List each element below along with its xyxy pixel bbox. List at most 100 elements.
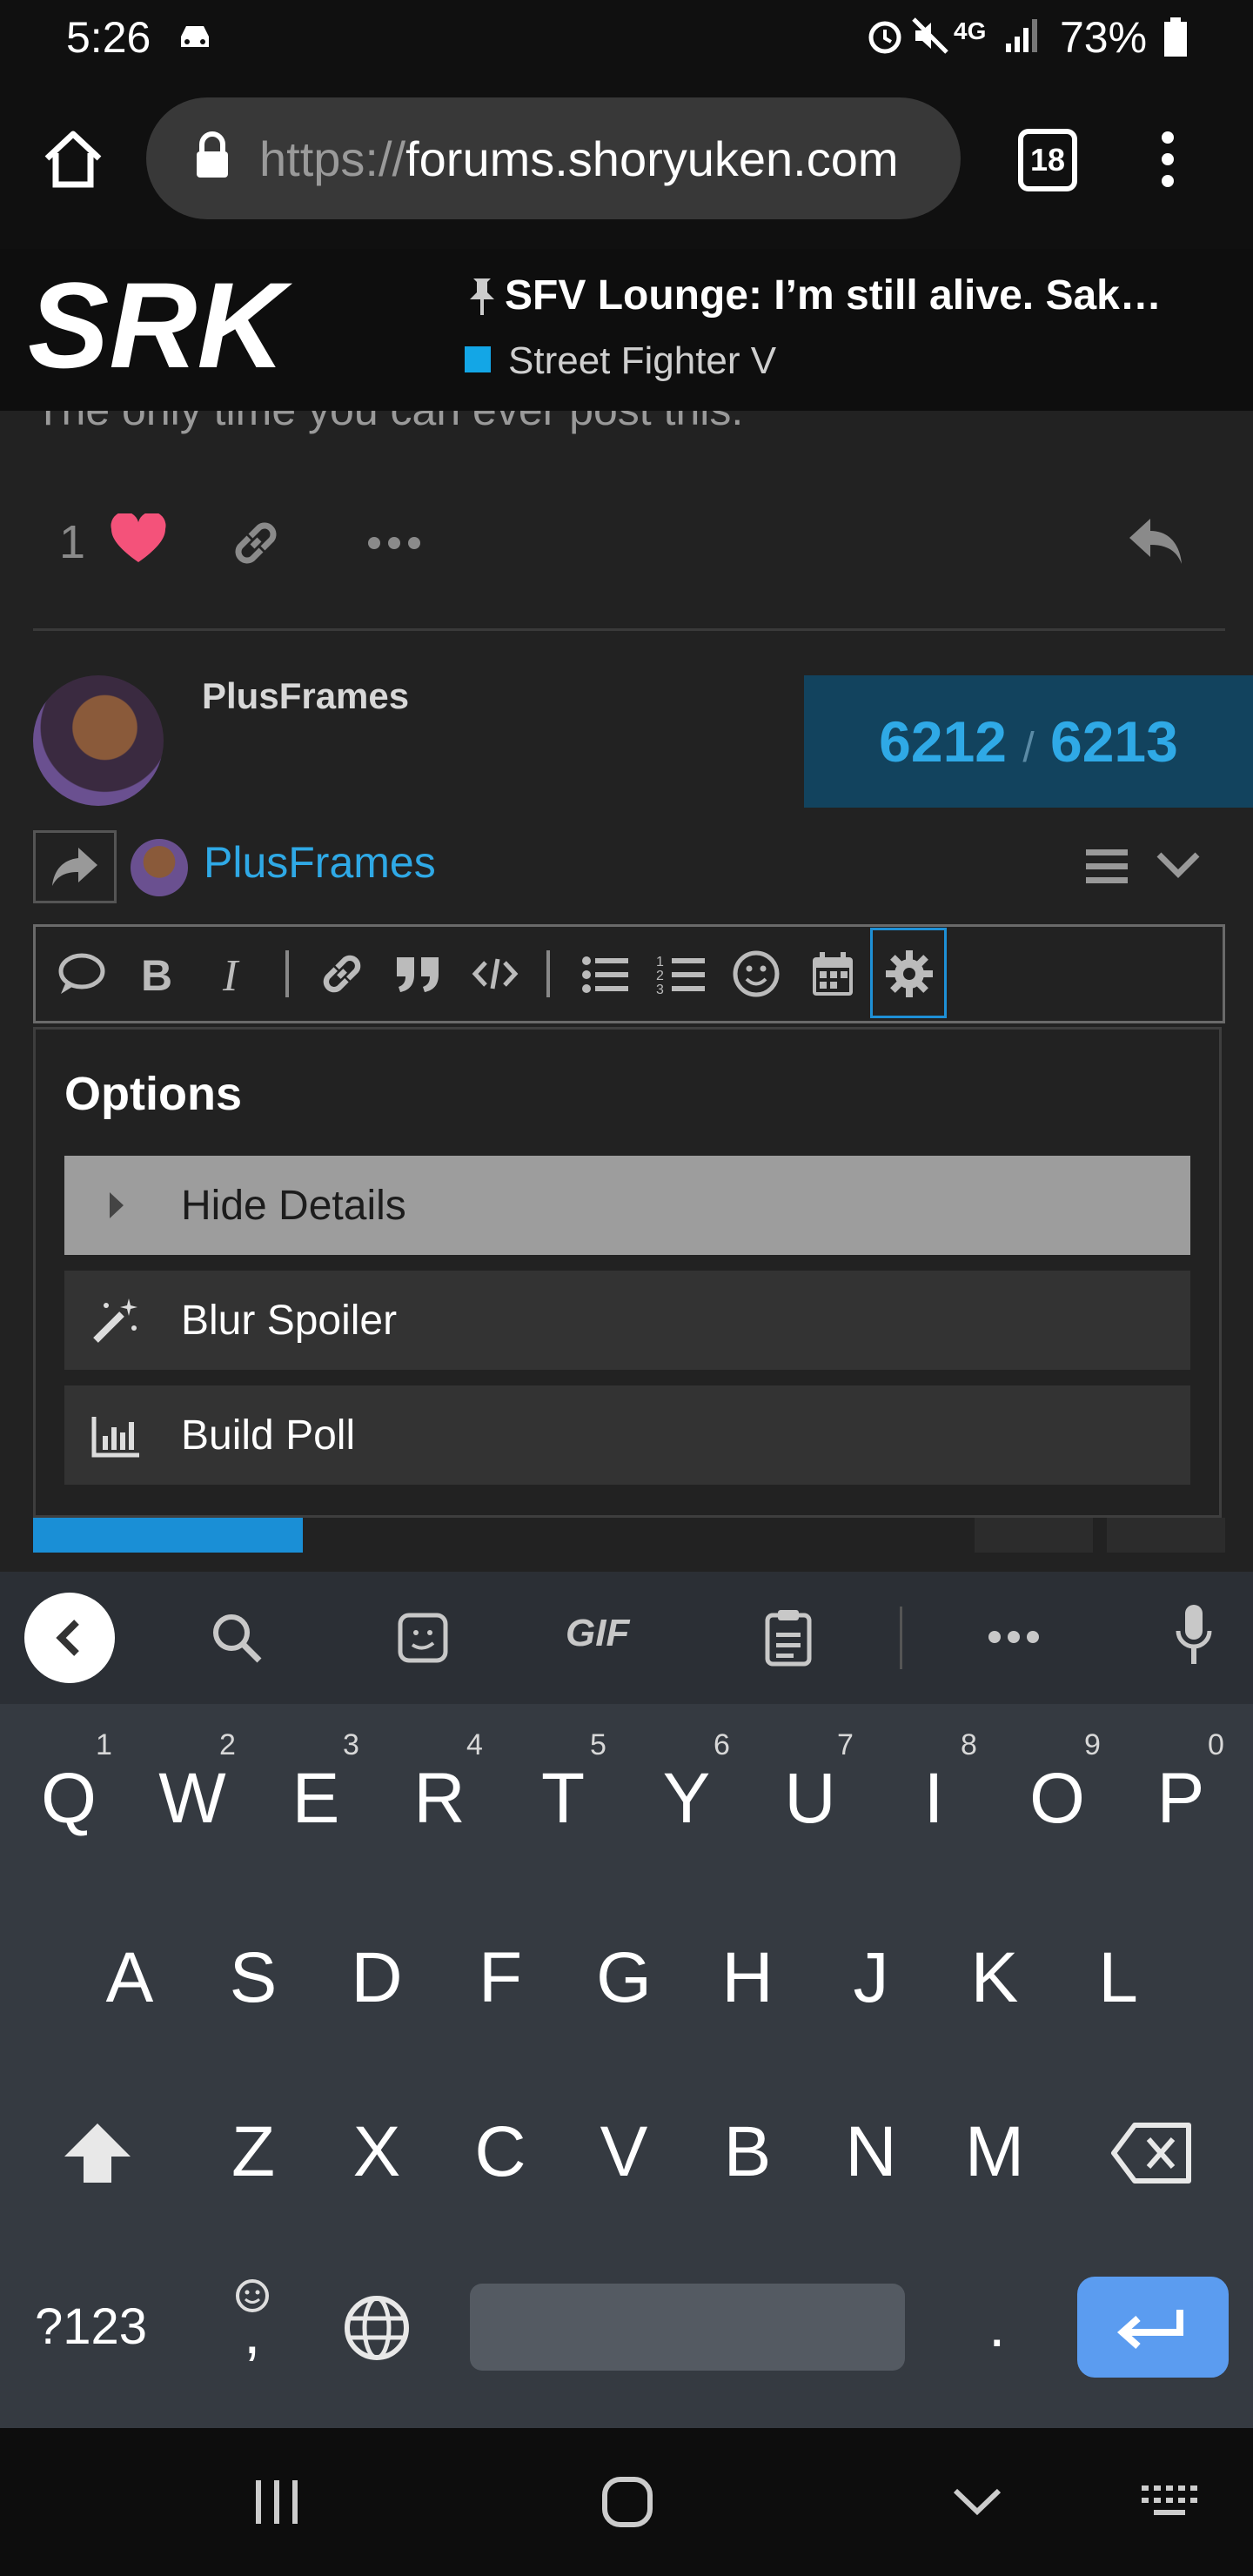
key-q[interactable]: Q xyxy=(17,1758,121,1840)
key-n[interactable]: N xyxy=(819,2111,923,2193)
topic-title[interactable]: SFV Lounge: I’m still alive. Sak… xyxy=(505,272,1201,319)
period-key[interactable]: . xyxy=(988,2291,1005,2360)
hamburger-icon[interactable] xyxy=(1084,846,1129,886)
key-v[interactable]: V xyxy=(572,2111,676,2193)
enter-key[interactable] xyxy=(1077,2277,1229,2378)
numbered-list-icon[interactable]: 123 xyxy=(656,949,707,999)
progress-separator: / xyxy=(1022,725,1035,771)
more-horiz-icon[interactable] xyxy=(365,534,423,552)
space-key[interactable] xyxy=(470,2284,905,2371)
progress-current: 6212 xyxy=(879,709,1007,774)
blockquote-icon[interactable] xyxy=(393,949,444,999)
like-count[interactable]: 1 xyxy=(59,515,85,569)
link-icon[interactable] xyxy=(317,949,367,999)
signal-icon xyxy=(1002,16,1044,54)
key-z[interactable]: Z xyxy=(201,2111,305,2193)
quote-bubble-icon[interactable] xyxy=(56,949,106,999)
key-p[interactable]: P xyxy=(1129,1758,1233,1840)
key-b[interactable]: B xyxy=(695,2111,800,2193)
reply-icon[interactable] xyxy=(1126,515,1185,567)
key-t[interactable]: T xyxy=(511,1758,615,1840)
key-m[interactable]: M xyxy=(942,2111,1047,2193)
key-s[interactable]: S xyxy=(201,1937,305,2019)
emoji-icon[interactable] xyxy=(731,949,781,999)
key-g[interactable]: G xyxy=(572,1937,676,2019)
code-icon[interactable] xyxy=(470,949,520,999)
poster-name[interactable]: PlusFrames xyxy=(202,675,409,717)
key-u[interactable]: U xyxy=(758,1758,862,1840)
key-j[interactable]: J xyxy=(819,1937,923,2019)
battery-icon xyxy=(1163,17,1189,57)
clipboard-icon[interactable] xyxy=(762,1607,814,1667)
option-build-poll[interactable]: Build Poll xyxy=(64,1385,1190,1485)
key-c[interactable]: C xyxy=(448,2111,553,2193)
gear-icon[interactable] xyxy=(884,949,935,999)
composer-control[interactable] xyxy=(1107,1518,1225,1553)
symbols-key[interactable]: ?123 xyxy=(35,2298,147,2356)
toolbar-separator xyxy=(546,950,550,997)
key-hint: 6 xyxy=(714,1728,730,1761)
chevron-down-icon[interactable] xyxy=(1156,849,1201,881)
key-hint: 1 xyxy=(96,1728,112,1761)
home-icon[interactable] xyxy=(42,129,104,190)
option-label: Build Poll xyxy=(181,1412,356,1459)
url-domain: forums.shoryuken.com xyxy=(405,131,899,186)
key-h[interactable]: H xyxy=(695,1937,800,2019)
key-r[interactable]: R xyxy=(387,1758,492,1840)
key-y[interactable]: Y xyxy=(634,1758,739,1840)
comma-key[interactable]: , xyxy=(244,2298,260,2367)
home-nav-icon[interactable] xyxy=(600,2475,654,2529)
gif-button[interactable]: GIF xyxy=(566,1612,629,1655)
srk-logo[interactable]: SRK xyxy=(28,272,446,385)
key-d[interactable]: D xyxy=(325,1937,429,2019)
keyboard-collapse-button[interactable] xyxy=(24,1593,115,1683)
category-name[interactable]: Street Fighter V xyxy=(508,339,776,383)
more-vert-icon[interactable] xyxy=(1156,129,1180,190)
key-a[interactable]: A xyxy=(77,1937,182,2019)
logo-text: SRK xyxy=(28,272,292,385)
bold-icon[interactable]: B xyxy=(132,949,183,999)
key-x[interactable]: X xyxy=(325,2111,429,2193)
option-hide-details[interactable]: Hide Details xyxy=(64,1156,1190,1255)
keyboard-switch-icon[interactable] xyxy=(1140,2482,1203,2524)
key-hint: 0 xyxy=(1208,1728,1224,1761)
alarm-icon xyxy=(865,16,905,56)
tab-switcher-button[interactable]: 18 xyxy=(1018,129,1077,191)
svg-text:B: B xyxy=(141,951,172,999)
more-horiz-icon[interactable] xyxy=(987,1629,1041,1645)
key-e[interactable]: E xyxy=(264,1758,368,1840)
shift-icon[interactable] xyxy=(61,2120,134,2186)
link-icon[interactable] xyxy=(228,515,284,571)
globe-icon[interactable] xyxy=(341,2292,412,2364)
car-icon xyxy=(176,19,214,54)
reply-submit-button[interactable] xyxy=(33,1518,303,1553)
key-l[interactable]: L xyxy=(1066,1937,1170,2019)
bullet-list-icon[interactable] xyxy=(580,949,630,999)
url-text[interactable]: https://forums.shoryuken.com xyxy=(259,131,899,187)
heart-icon[interactable] xyxy=(110,513,167,566)
microphone-icon[interactable] xyxy=(1175,1603,1213,1669)
avatar[interactable] xyxy=(33,675,164,806)
italic-icon[interactable]: I xyxy=(209,949,259,999)
pin-icon xyxy=(466,277,498,317)
key-o[interactable]: O xyxy=(1005,1758,1109,1840)
key-hint: 9 xyxy=(1084,1728,1101,1761)
option-blur-spoiler[interactable]: Blur Spoiler xyxy=(64,1271,1190,1370)
option-label: Hide Details xyxy=(181,1183,406,1229)
key-w[interactable]: W xyxy=(140,1758,245,1840)
backspace-icon[interactable] xyxy=(1110,2122,1194,2184)
key-f[interactable]: F xyxy=(448,1937,553,2019)
key-i[interactable]: I xyxy=(881,1758,986,1840)
composer-control[interactable] xyxy=(975,1518,1093,1553)
search-icon[interactable] xyxy=(209,1610,265,1666)
url-prefix: https:// xyxy=(259,131,406,186)
sticker-icon[interactable] xyxy=(395,1610,451,1666)
calendar-icon[interactable] xyxy=(807,949,858,999)
recent-apps-icon[interactable] xyxy=(252,2479,301,2526)
chevron-down-icon[interactable] xyxy=(952,2485,1002,2517)
lock-icon[interactable] xyxy=(193,131,231,179)
reply-to-user[interactable]: PlusFrames xyxy=(204,837,436,888)
lte-icon: 4G xyxy=(954,17,987,44)
key-k[interactable]: K xyxy=(942,1937,1047,2019)
topic-progress-text[interactable]: 6212 / 6213 xyxy=(804,675,1253,808)
